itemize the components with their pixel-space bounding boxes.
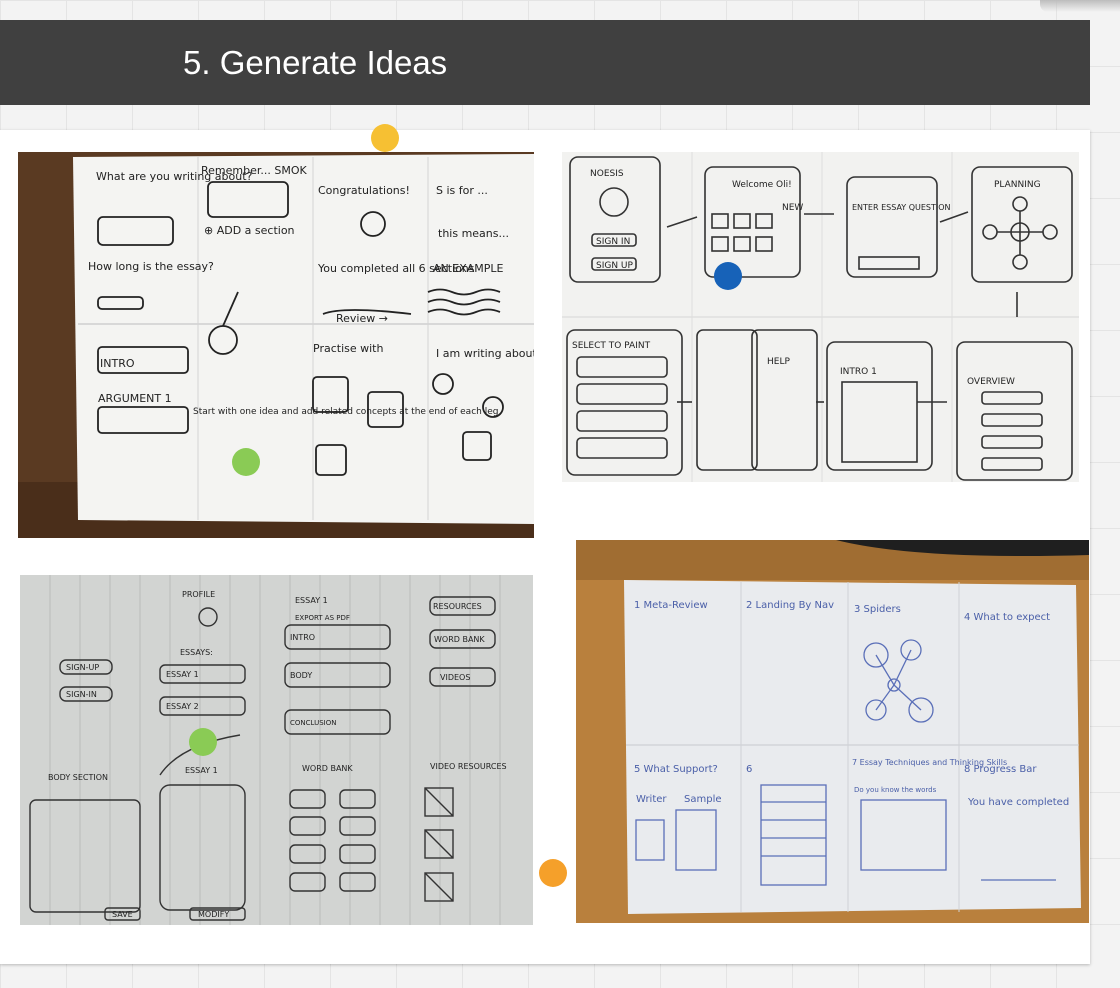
sm-essays: ESSAYS: (180, 648, 213, 657)
wf-app-name: NOESIS (590, 169, 624, 179)
fs-progress: 8 Progress Bar (964, 764, 1037, 775)
fs-writer: Writer (636, 794, 667, 805)
fs-expect: 4 What to expect (964, 612, 1050, 623)
sketch-photo-flow-sheet[interactable]: 1 Meta-Review 2 Landing By Nav 3 Spiders… (576, 540, 1089, 923)
note-intro: INTRO (100, 357, 135, 370)
note-congrats: Congratulations! (318, 184, 410, 197)
wf-sign-in: SIGN IN (596, 237, 630, 247)
sm-profile: PROFILE (182, 590, 215, 599)
note-add-section: ⊕ ADD a section (204, 224, 295, 237)
sm-export: EXPORT AS PDF (295, 614, 350, 622)
marker-green-bottom[interactable] (189, 728, 217, 756)
sm-word-bank: WORD BANK (302, 764, 353, 773)
sm-body-section: BODY SECTION (48, 773, 108, 782)
sm-essay-b: ESSAY 2 (166, 702, 199, 711)
sm-word-bank-link: WORD BANK (434, 635, 485, 644)
wf-sign-up: SIGN UP (596, 261, 634, 271)
note-remember: Remember... SMOK (201, 164, 307, 177)
wf-help: HELP (767, 357, 790, 367)
note-review: Review → (336, 312, 388, 325)
sm-modify: MODIFY (198, 910, 229, 919)
note-means: this means... (438, 227, 509, 240)
wf-overview: OVERVIEW (967, 377, 1015, 387)
sm-body: BODY (290, 671, 312, 680)
fs-completed: You have completed (967, 797, 1069, 808)
note-how-long: How long is the essay? (88, 260, 214, 273)
note-practise: Practise with (313, 342, 383, 355)
section-header: 5. Generate Ideas (0, 20, 1090, 105)
marker-blue[interactable] (714, 262, 742, 290)
fs-sample: Sample (684, 794, 722, 805)
sm-essay-head: ESSAY 1 (185, 766, 218, 775)
fs-know-words: Do you know the words (854, 786, 937, 794)
fs-support: 5 What Support? (634, 764, 718, 775)
sm-conclusion: CONCLUSION (290, 719, 336, 727)
wf-intro: INTRO 1 (840, 367, 877, 377)
wf-welcome: Welcome Oli! (732, 180, 792, 190)
sm-resources: RESOURCES (433, 602, 482, 611)
sm-essay-a: ESSAY 1 (166, 670, 199, 679)
wf-select-paint: SELECT TO PAINT (572, 341, 651, 351)
note-writing: I am writing about (436, 347, 534, 360)
note-argument: ARGUMENT 1 (98, 392, 172, 405)
sm-sign-in: SIGN-IN (66, 690, 97, 699)
marker-orange[interactable] (539, 859, 567, 887)
sketch-photo-storyboard[interactable]: What are you writing about? Remember... … (18, 152, 534, 538)
note-s-is-for: S is for ... (436, 184, 488, 197)
sm-video-resources: VIDEO RESOURCES (430, 762, 507, 771)
sm-essay-1: ESSAY 1 (295, 596, 328, 605)
fs-six: 6 (746, 764, 752, 775)
sketch-photo-wireflow[interactable]: NOESIS SIGN IN SIGN UP Welcome Oli! NEW … (562, 152, 1079, 482)
wf-planning: PLANNING (994, 180, 1041, 190)
fs-spiders: 3 Spiders (854, 604, 901, 615)
corner-shadow (1040, 0, 1120, 12)
marker-green-top[interactable] (232, 448, 260, 476)
marker-yellow[interactable] (371, 124, 399, 152)
note-example: AN EXAMPLE (433, 262, 504, 275)
sm-save: SAVE (112, 910, 133, 919)
fs-landing: 2 Landing By Nav (746, 600, 834, 611)
wf-new: NEW (782, 203, 803, 213)
fs-meta-review: 1 Meta-Review (634, 600, 708, 611)
sm-intro: INTRO (290, 633, 315, 642)
sm-videos: VIDEOS (440, 673, 470, 682)
note-start: Start with one idea and add related conc… (193, 407, 498, 417)
sketch-photo-site-map[interactable]: PROFILE ESSAY 1 RESOURCES EXPORT AS PDF … (20, 575, 533, 925)
wf-enter-question: ENTER ESSAY QUESTION (852, 203, 951, 212)
section-title: 5. Generate Ideas (183, 43, 448, 81)
sm-sign-up: SIGN-UP (66, 663, 99, 672)
